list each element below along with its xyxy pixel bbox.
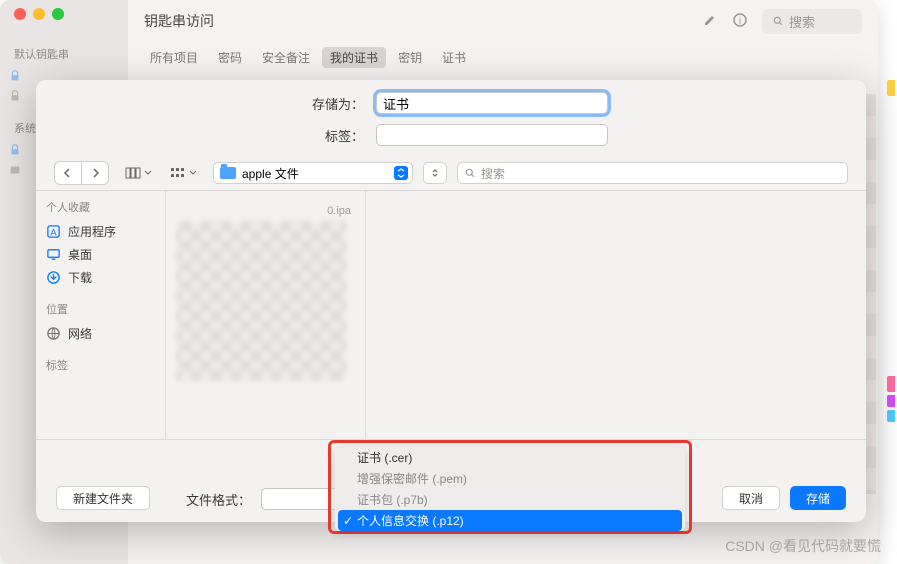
- browser-toolbar: apple 文件 搜索: [36, 156, 866, 190]
- save-as-input[interactable]: [376, 92, 608, 114]
- zoom-window-button[interactable]: [52, 8, 64, 20]
- group-button[interactable]: [164, 162, 203, 184]
- minimize-window-button[interactable]: [33, 8, 45, 20]
- svg-text:i: i: [739, 16, 741, 27]
- window-controls: [0, 8, 128, 20]
- file-browser: 个人收藏 A应用程序 桌面 下载 位置 网络 标签 0.ipa: [36, 190, 866, 440]
- favorites-sidebar: 个人收藏 A应用程序 桌面 下载 位置 网络 标签: [36, 191, 166, 439]
- window-title: 钥匙串访问: [144, 11, 214, 31]
- tags-label: 标签：: [36, 126, 376, 145]
- sidebar-section-default: 默认钥匙串: [0, 42, 128, 66]
- tags-section-title: 标签: [46, 357, 155, 373]
- location-name: apple 文件: [242, 165, 299, 182]
- format-option-pem: 增强保密邮件 (.pem): [335, 468, 685, 489]
- redacted-area: [176, 221, 346, 381]
- save-sheet: 存储为： 标签： apple 文件 搜索 个人收藏: [36, 80, 866, 522]
- browser-column-1[interactable]: 0.ipa: [166, 191, 366, 439]
- new-folder-button[interactable]: 新建文件夹: [56, 486, 150, 510]
- search-placeholder: 搜索: [481, 165, 505, 182]
- sidebar-item-desktop[interactable]: 桌面: [46, 243, 155, 266]
- watermark: CSDN @看见代码就要慌: [725, 536, 881, 556]
- favorites-title: 个人收藏: [46, 199, 155, 215]
- tags-input[interactable]: [376, 124, 608, 146]
- view-columns-button[interactable]: [119, 162, 158, 184]
- edit-icon[interactable]: [702, 12, 718, 31]
- folder-icon: [220, 167, 236, 179]
- right-edge-decor: [887, 80, 897, 520]
- back-button[interactable]: [55, 162, 81, 184]
- file-item-label: 0.ipa: [327, 205, 351, 217]
- toolbar-search[interactable]: 搜索: [762, 9, 862, 34]
- tab-passwords[interactable]: 密码: [210, 47, 250, 68]
- save-as-label: 存储为：: [36, 94, 376, 113]
- search-icon: [464, 167, 476, 179]
- locations-title: 位置: [46, 301, 155, 317]
- nav-buttons: [54, 161, 109, 185]
- toolbar-search-placeholder: 搜索: [789, 12, 815, 31]
- location-dropdown[interactable]: apple 文件: [213, 162, 413, 184]
- search-icon: [772, 15, 784, 27]
- format-option-p7b: 证书包 (.p7b): [335, 489, 685, 510]
- close-window-button[interactable]: [14, 8, 26, 20]
- sidebar-item-downloads[interactable]: 下载: [46, 266, 155, 289]
- format-menu-popover: 证书 (.cer) 增强保密邮件 (.pem) 证书包 (.p7b) ✓个人信息…: [328, 440, 692, 534]
- cancel-button[interactable]: 取消: [722, 486, 780, 510]
- check-icon: ✓: [343, 514, 353, 528]
- tab-certs[interactable]: 证书: [434, 47, 474, 68]
- dropdown-caret-icon: [394, 166, 408, 180]
- keychain-titlebar: 钥匙串访问 i 搜索: [128, 0, 878, 42]
- format-option-p12[interactable]: ✓个人信息交换 (.p12): [338, 510, 682, 531]
- sidebar-item-apps[interactable]: A应用程序: [46, 220, 155, 243]
- tab-notes[interactable]: 安全备注: [254, 47, 318, 68]
- keychain-tabs: 所有项目 密码 安全备注 我的证书 密钥 证书: [128, 42, 878, 72]
- browser-column-2[interactable]: [366, 191, 866, 439]
- sidebar-item-network[interactable]: 网络: [46, 322, 155, 345]
- expand-button[interactable]: [423, 162, 447, 184]
- forward-button[interactable]: [82, 162, 108, 184]
- format-option-cer[interactable]: 证书 (.cer): [335, 447, 685, 468]
- tab-keys[interactable]: 密钥: [390, 47, 430, 68]
- svg-text:A: A: [50, 227, 57, 237]
- tab-my-certs[interactable]: 我的证书: [322, 47, 386, 68]
- search-input[interactable]: 搜索: [457, 162, 848, 184]
- save-button[interactable]: 存储: [790, 486, 846, 510]
- tab-all[interactable]: 所有项目: [142, 47, 206, 68]
- info-icon[interactable]: i: [732, 12, 748, 31]
